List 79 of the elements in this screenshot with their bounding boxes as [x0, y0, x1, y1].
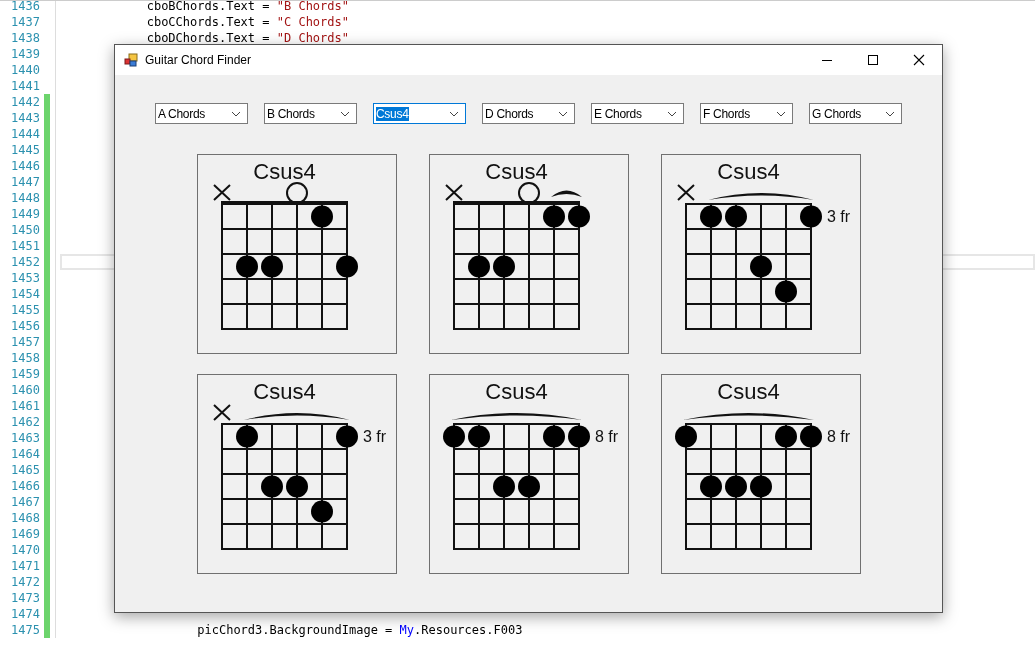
- fret-label: 3 fr: [827, 208, 851, 225]
- line-number: 1462: [10, 414, 40, 430]
- code-line: cboCChords.Text = "C Chords": [145, 15, 349, 29]
- line-number: 1471: [10, 558, 40, 574]
- line-number: 1449: [10, 206, 40, 222]
- chevron-down-icon: [340, 110, 350, 117]
- line-number: 1466: [10, 478, 40, 494]
- line-number: 1458: [10, 350, 40, 366]
- code-line: picChord3.BackgroundImage = My.Resources.F003: [196, 623, 523, 637]
- line-number: 1446: [10, 158, 40, 174]
- line-number: 1470: [10, 542, 40, 558]
- line-number: 1472: [10, 574, 40, 590]
- muted-string-icon: [445, 184, 463, 201]
- chord-name: Csus4: [485, 379, 548, 404]
- chord-dropdown[interactable]: D Chords: [482, 103, 575, 124]
- chord-dropdown[interactable]: G Chords: [809, 103, 902, 124]
- line-number: 1469: [10, 526, 40, 542]
- line-number: 1443: [10, 110, 40, 126]
- chord-dropdown[interactable]: B Chords: [264, 103, 357, 124]
- line-number: 1439: [10, 46, 40, 62]
- code-line: cboDChords.Text = "D Chords": [145, 31, 349, 45]
- line-number: 1465: [10, 462, 40, 478]
- line-number: 1474: [10, 606, 40, 622]
- fret-label: 8 fr: [827, 428, 851, 445]
- line-number: 1445: [10, 142, 40, 158]
- line-number: 1457: [10, 334, 40, 350]
- chord-dropdown[interactable]: Csus4: [373, 103, 466, 124]
- line-number: 1452: [10, 254, 40, 270]
- chord-name: Csus4: [253, 379, 316, 404]
- chord-dropdown[interactable]: E Chords: [591, 103, 684, 124]
- window-title: Guitar Chord Finder: [145, 53, 252, 67]
- line-number: 1450: [10, 222, 40, 238]
- open-string-icon: [286, 182, 308, 204]
- close-icon[interactable]: [913, 54, 925, 66]
- line-number: 1454: [10, 286, 40, 302]
- app-icon: [124, 53, 138, 67]
- line-number: 1436: [10, 1, 40, 14]
- line-number: 1451: [10, 238, 40, 254]
- line-number: 1468: [10, 510, 40, 526]
- line-number: 1440: [10, 62, 40, 78]
- barre-arc: [551, 190, 582, 197]
- line-number: 1441: [10, 78, 40, 94]
- line-number: 1459: [10, 366, 40, 382]
- line-number: 1456: [10, 318, 40, 334]
- fret-label: 3 fr: [363, 428, 387, 445]
- line-number: 1437: [10, 14, 40, 30]
- line-number: 1442: [10, 94, 40, 110]
- chevron-down-icon: [667, 110, 677, 117]
- maximize-icon[interactable]: [867, 54, 879, 66]
- line-number: 1447: [10, 174, 40, 190]
- line-number: 1473: [10, 590, 40, 606]
- line-number: 1475: [10, 622, 40, 638]
- chevron-down-icon: [776, 110, 786, 117]
- chord-name: Csus4: [253, 159, 316, 184]
- muted-string-icon: [677, 184, 695, 201]
- line-number: 1461: [10, 398, 40, 414]
- chord-dropdown[interactable]: A Chords: [155, 103, 248, 124]
- open-string-icon: [518, 182, 540, 204]
- line-number: 1467: [10, 494, 40, 510]
- chevron-down-icon: [558, 110, 568, 117]
- chevron-down-icon: [449, 110, 459, 117]
- chord-name: Csus4: [717, 159, 780, 184]
- line-number: 1455: [10, 302, 40, 318]
- line-number: 1463: [10, 430, 40, 446]
- line-number: 1453: [10, 270, 40, 286]
- line-number: 1464: [10, 446, 40, 462]
- chord-name: Csus4: [717, 379, 780, 404]
- line-number: 1448: [10, 190, 40, 206]
- chord-name: Csus4: [485, 159, 548, 184]
- muted-string-icon: [213, 184, 231, 201]
- muted-string-icon: [213, 404, 231, 421]
- fret-label: 8 fr: [595, 428, 619, 445]
- chord-dropdown[interactable]: F Chords: [700, 103, 793, 124]
- chevron-down-icon: [885, 110, 895, 117]
- line-number: 1438: [10, 30, 40, 46]
- code-line: cboBChords.Text = "B Chords": [145, 1, 349, 13]
- line-number: 1444: [10, 126, 40, 142]
- line-number: 1460: [10, 382, 40, 398]
- chevron-down-icon: [231, 110, 241, 117]
